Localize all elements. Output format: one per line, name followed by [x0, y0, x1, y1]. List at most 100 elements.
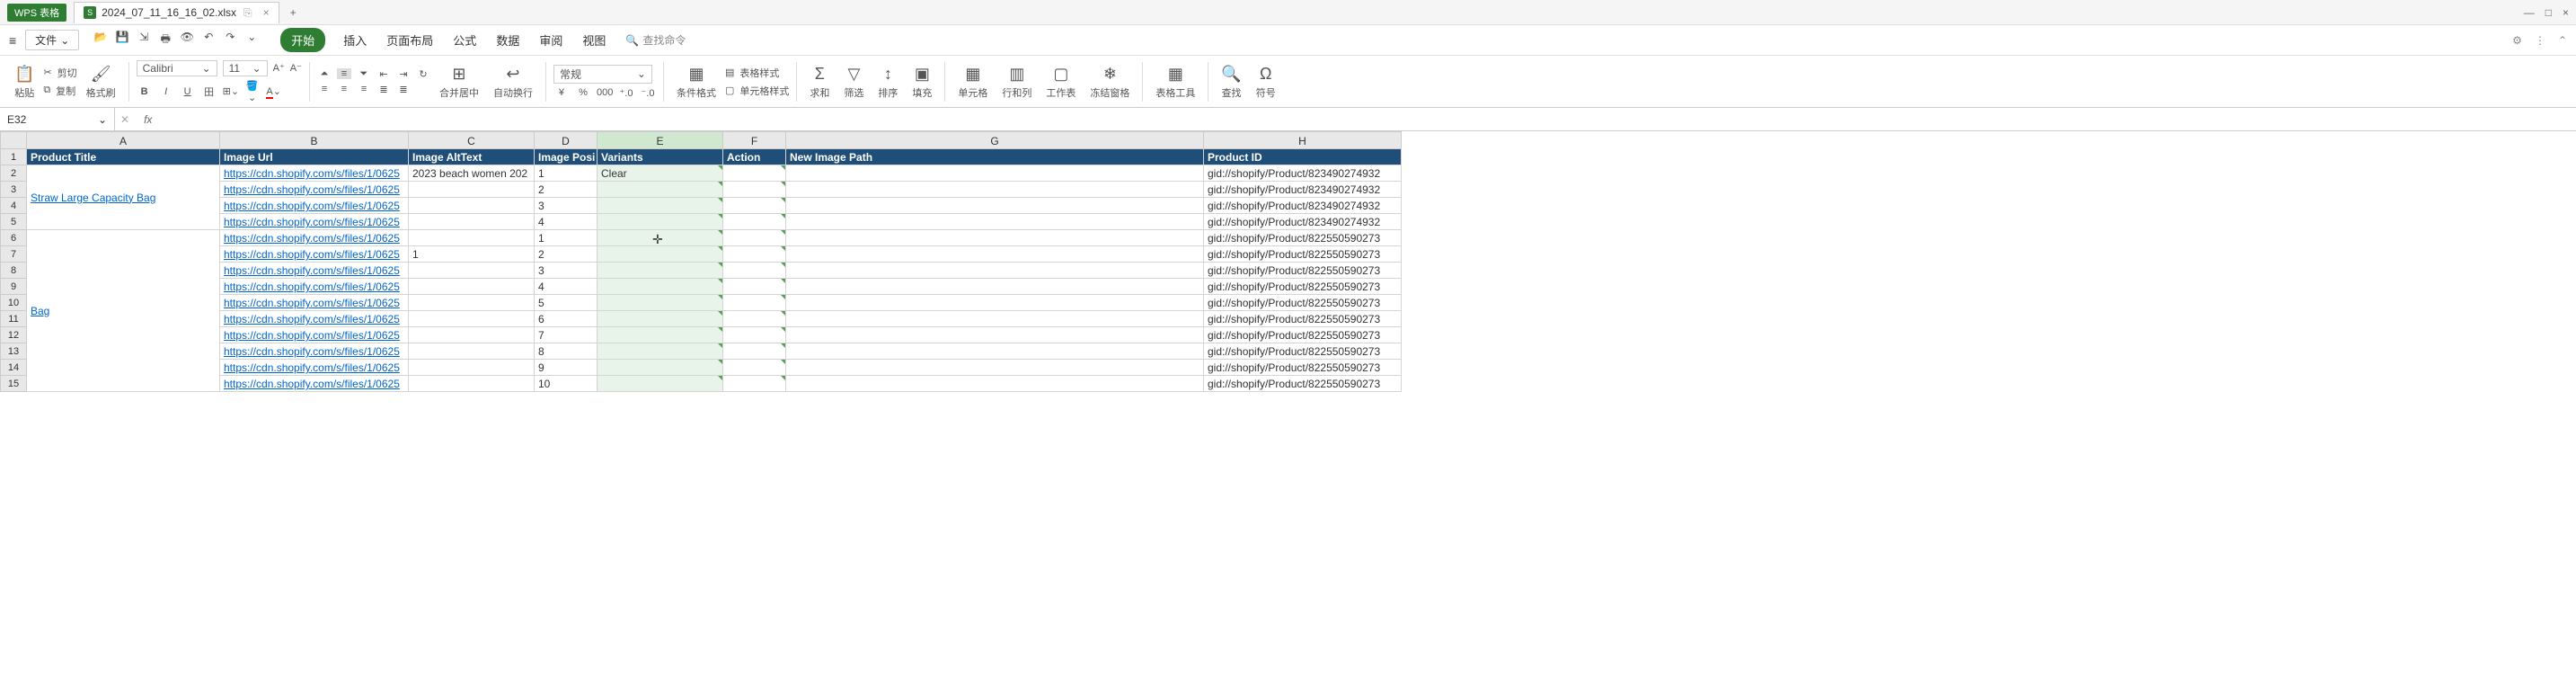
- col-header-A[interactable]: A: [27, 131, 220, 149]
- tab-formula[interactable]: 公式: [451, 28, 478, 52]
- currency-icon[interactable]: ¥: [553, 87, 570, 98]
- cell-pid[interactable]: gid://shopify/Product/822550590273: [1204, 279, 1402, 295]
- cell-pos[interactable]: 2: [535, 246, 598, 263]
- sort-group[interactable]: ↕排序: [872, 64, 903, 100]
- table-style-button[interactable]: ▤表格样式: [725, 66, 789, 80]
- align-left-icon[interactable]: ≡: [317, 84, 332, 94]
- align-right-icon[interactable]: ≡: [357, 84, 371, 94]
- sheet-group[interactable]: ▢工作表: [1040, 64, 1081, 100]
- chevron-down-icon[interactable]: ⌄: [244, 31, 259, 49]
- cell-newpath[interactable]: [786, 263, 1204, 279]
- cell-newpath[interactable]: [786, 311, 1204, 327]
- cell-newpath[interactable]: [786, 360, 1204, 376]
- cell-pos[interactable]: 3: [535, 263, 598, 279]
- cell-action[interactable]: [723, 311, 786, 327]
- file-menu[interactable]: 文件 ⌄: [25, 30, 79, 50]
- row-header[interactable]: 13: [0, 343, 27, 360]
- distribute-icon[interactable]: ≣: [396, 84, 411, 95]
- undo-icon[interactable]: ↶: [201, 31, 216, 49]
- cell-action[interactable]: [723, 214, 786, 230]
- paste-group[interactable]: 📋 粘贴: [9, 64, 40, 100]
- cancel-formula-icon[interactable]: ✕: [115, 113, 135, 126]
- cell-variant[interactable]: [598, 311, 723, 327]
- cells-group[interactable]: ▦单元格: [952, 64, 993, 100]
- cell-url[interactable]: https://cdn.shopify.com/s/files/1/0625: [220, 327, 409, 343]
- cell-newpath[interactable]: [786, 295, 1204, 311]
- indent-dec-icon[interactable]: ⇤: [376, 68, 391, 80]
- percent-icon[interactable]: %: [575, 87, 591, 98]
- cell-action[interactable]: [723, 360, 786, 376]
- row-header[interactable]: 15: [0, 376, 27, 392]
- cell-newpath[interactable]: [786, 343, 1204, 360]
- cell-pos[interactable]: 1: [535, 230, 598, 246]
- cell-variant[interactable]: [598, 327, 723, 343]
- cell-variant[interactable]: [598, 376, 723, 392]
- align-top-icon[interactable]: ⏶: [317, 68, 332, 80]
- align-center-icon[interactable]: ≡: [337, 84, 351, 94]
- cell-newpath[interactable]: [786, 246, 1204, 263]
- strike-icon[interactable]: 田: [201, 85, 217, 99]
- cell-url[interactable]: https://cdn.shopify.com/s/files/1/0625: [220, 165, 409, 182]
- cell-pid[interactable]: gid://shopify/Product/823490274932: [1204, 214, 1402, 230]
- cell-variant[interactable]: [598, 279, 723, 295]
- tab-start[interactable]: 开始: [280, 28, 325, 52]
- cell-alt[interactable]: [409, 230, 535, 246]
- cell-action[interactable]: [723, 198, 786, 214]
- border-icon[interactable]: ⊞⌄: [223, 85, 239, 97]
- cell-url[interactable]: https://cdn.shopify.com/s/files/1/0625: [220, 246, 409, 263]
- align-bottom-icon[interactable]: ⏷: [357, 68, 371, 80]
- merge-group[interactable]: ⊞ 合并居中: [434, 64, 484, 100]
- new-tab-button[interactable]: +: [283, 3, 304, 22]
- underline-icon[interactable]: U: [180, 86, 196, 97]
- cell-alt[interactable]: [409, 327, 535, 343]
- thousand-icon[interactable]: 000: [597, 87, 613, 98]
- collapse-ribbon-icon[interactable]: ⌃: [2558, 34, 2567, 47]
- row-header[interactable]: 12: [0, 327, 27, 343]
- fill-group[interactable]: ▣填充: [907, 64, 937, 100]
- indent-inc-icon[interactable]: ⇥: [396, 68, 411, 80]
- cell-newpath[interactable]: [786, 182, 1204, 198]
- search-command[interactable]: 🔍 查找命令: [625, 32, 686, 48]
- cell-alt[interactable]: [409, 376, 535, 392]
- row-header[interactable]: 6: [0, 230, 27, 246]
- open-icon[interactable]: 📂: [93, 31, 108, 49]
- sum-group[interactable]: Σ求和: [804, 64, 835, 100]
- bold-icon[interactable]: B: [137, 86, 153, 97]
- row-header[interactable]: 3: [0, 182, 27, 198]
- cell-alt[interactable]: 1: [409, 246, 535, 263]
- cell-product-title[interactable]: Straw Large Capacity Bag: [27, 165, 220, 230]
- cell-pos[interactable]: 5: [535, 295, 598, 311]
- cell-variant[interactable]: [598, 263, 723, 279]
- increase-font-icon[interactable]: A⁺: [273, 62, 285, 74]
- header-cell[interactable]: New Image Path: [786, 149, 1204, 165]
- cell-variant[interactable]: [598, 182, 723, 198]
- cell-pos[interactable]: 4: [535, 279, 598, 295]
- wrap-group[interactable]: ↩ 自动换行: [488, 64, 538, 100]
- cell-alt[interactable]: [409, 198, 535, 214]
- copy-button[interactable]: ⧉复制: [43, 84, 76, 98]
- cell-product-title[interactable]: Bag: [27, 230, 220, 392]
- row-header[interactable]: 5: [0, 214, 27, 230]
- cell-newpath[interactable]: [786, 165, 1204, 182]
- cell-pid[interactable]: gid://shopify/Product/822550590273: [1204, 343, 1402, 360]
- tab-data[interactable]: 数据: [494, 28, 521, 52]
- cell-pid[interactable]: gid://shopify/Product/823490274932: [1204, 198, 1402, 214]
- cell-pid[interactable]: gid://shopify/Product/822550590273: [1204, 311, 1402, 327]
- cell-newpath[interactable]: [786, 327, 1204, 343]
- cell-pid[interactable]: gid://shopify/Product/822550590273: [1204, 246, 1402, 263]
- row-header[interactable]: 10: [0, 295, 27, 311]
- cell-action[interactable]: [723, 279, 786, 295]
- header-cell[interactable]: Image Posi: [535, 149, 598, 165]
- minimize-button[interactable]: —: [2524, 6, 2535, 19]
- cell-variant[interactable]: [598, 230, 723, 246]
- header-cell[interactable]: Image AltText: [409, 149, 535, 165]
- col-header-H[interactable]: H: [1204, 131, 1402, 149]
- cell-action[interactable]: [723, 263, 786, 279]
- align-middle-icon[interactable]: ≡: [337, 68, 351, 79]
- italic-icon[interactable]: I: [158, 86, 174, 97]
- cell-pos[interactable]: 9: [535, 360, 598, 376]
- cell-url[interactable]: https://cdn.shopify.com/s/files/1/0625: [220, 198, 409, 214]
- font-family-combo[interactable]: Calibri⌄: [137, 60, 217, 76]
- print-icon[interactable]: 🖶: [158, 31, 173, 49]
- cell-variant[interactable]: [598, 246, 723, 263]
